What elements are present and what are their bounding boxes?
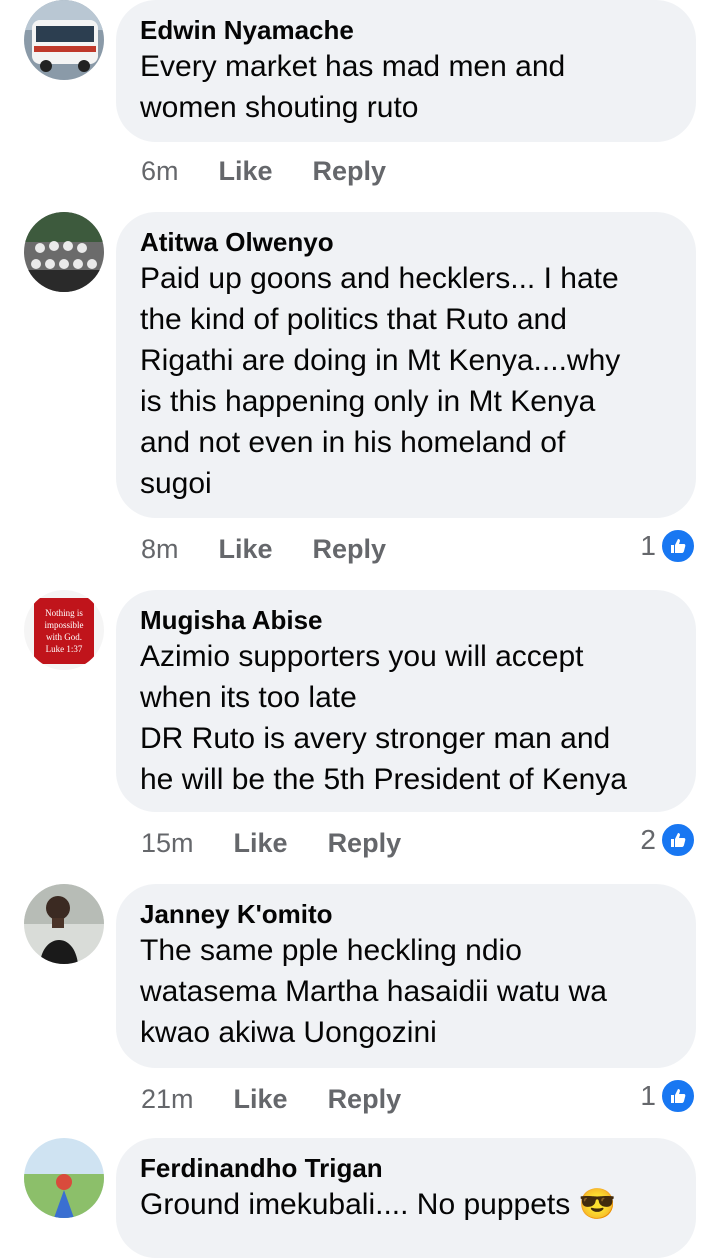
reply-button[interactable]: Reply <box>313 154 387 188</box>
comment-text: Paid up goons and hecklers... I hate the… <box>140 262 621 500</box>
like-button[interactable]: Like <box>234 1082 288 1116</box>
reaction-count[interactable]: 1 <box>640 1078 696 1114</box>
timestamp[interactable]: 6m <box>141 154 179 188</box>
thumbs-up-icon <box>660 528 696 564</box>
reaction-count[interactable]: 2 <box>640 822 696 858</box>
commenter-name[interactable]: Atitwa Olwenyo <box>140 226 672 258</box>
avatar-verse-line: Luke 1:37 <box>46 644 83 654</box>
timestamp[interactable]: 8m <box>141 532 179 566</box>
commenter-name[interactable]: Janney K'omito <box>140 898 672 930</box>
commenter-name[interactable]: Ferdinandho Trigan <box>140 1152 672 1184</box>
comment-text: The same pple heckling ndio watasema Mar… <box>140 934 607 1049</box>
timestamp[interactable]: 21m <box>141 1082 194 1116</box>
team-photo-avatar <box>24 212 104 292</box>
avatar-verse-line: Nothing is <box>45 608 83 618</box>
avatar[interactable] <box>24 0 104 80</box>
reaction-number: 2 <box>640 824 656 855</box>
avatar-verse-line: impossible <box>44 620 83 630</box>
comment-actions: 8m Like Reply <box>141 532 386 566</box>
comment-text: Ground imekubali.... No puppets 😎 <box>140 1188 616 1221</box>
reply-button[interactable]: Reply <box>328 1082 402 1116</box>
avatar[interactable] <box>24 884 104 964</box>
comment-actions: 15m Like Reply <box>141 826 401 860</box>
avatar[interactable] <box>24 1138 104 1218</box>
bus-photo-avatar <box>24 0 104 80</box>
avatar-verse-line: with God. <box>46 632 82 642</box>
comment-actions: 21m Like Reply <box>141 1082 401 1116</box>
outdoor-photo-avatar <box>24 1138 104 1218</box>
verse-mug-avatar: Nothing is impossible with God. Luke 1:3… <box>24 590 104 670</box>
comment-actions: 6m Like Reply <box>141 154 386 188</box>
comment-bubble: Mugisha Abise Azimio supporters you will… <box>116 590 696 812</box>
comment-bubble: Janney K'omito The same pple heckling nd… <box>116 884 696 1068</box>
comment-text: Azimio supporters you will accept when i… <box>140 640 627 796</box>
reply-button[interactable]: Reply <box>328 826 402 860</box>
reply-button[interactable]: Reply <box>313 532 387 566</box>
thumbs-up-icon <box>660 822 696 858</box>
reaction-number: 1 <box>640 530 656 561</box>
comment-bubble: Edwin Nyamache Every market has mad men … <box>116 0 696 142</box>
comment-text: Every market has mad men and women shout… <box>140 50 566 124</box>
avatar[interactable] <box>24 212 104 292</box>
avatar[interactable]: Nothing is impossible with God. Luke 1:3… <box>24 590 104 670</box>
thumbs-up-icon <box>660 1078 696 1114</box>
comment-bubble: Ferdinandho Trigan Ground imekubali.... … <box>116 1138 696 1258</box>
timestamp[interactable]: 15m <box>141 826 194 860</box>
like-button[interactable]: Like <box>219 154 273 188</box>
commenter-name[interactable]: Edwin Nyamache <box>140 14 672 46</box>
reaction-number: 1 <box>640 1080 656 1111</box>
comment-bubble: Atitwa Olwenyo Paid up goons and heckler… <box>116 212 696 518</box>
like-button[interactable]: Like <box>234 826 288 860</box>
person-photo-avatar <box>24 884 104 964</box>
commenter-name[interactable]: Mugisha Abise <box>140 604 672 636</box>
reaction-count[interactable]: 1 <box>640 528 696 564</box>
like-button[interactable]: Like <box>219 532 273 566</box>
